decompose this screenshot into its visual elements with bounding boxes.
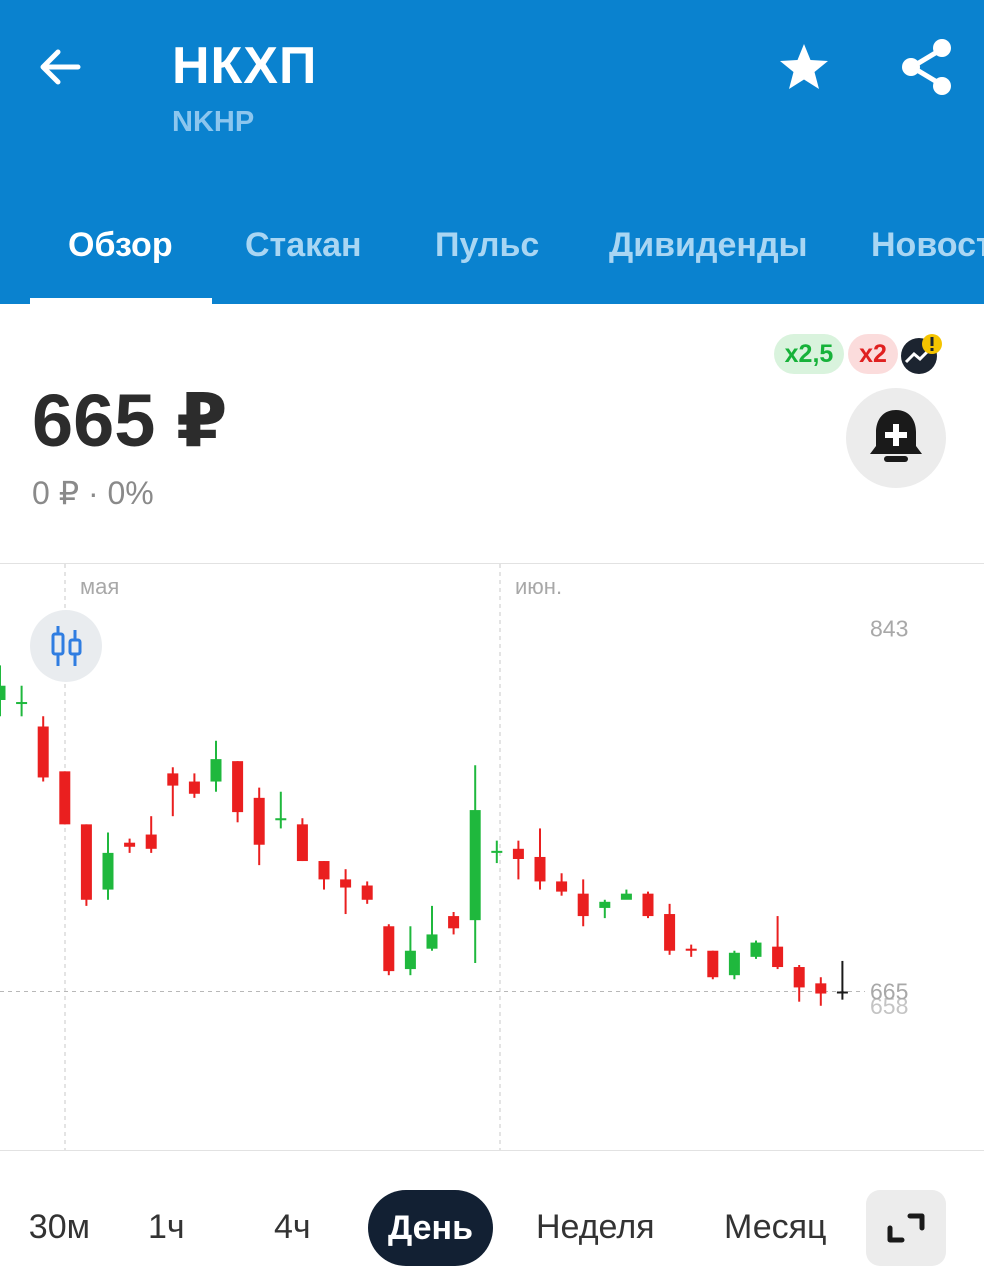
tab-bar: Обзор Стакан Пульс Дивиденды Новост xyxy=(0,214,984,304)
bell-plus-icon xyxy=(870,410,922,462)
ticker-symbol: NKHP xyxy=(172,106,255,138)
candle-body xyxy=(728,952,740,976)
candle-body xyxy=(556,881,568,892)
candle-body xyxy=(80,824,92,900)
candle-body xyxy=(534,856,546,882)
y-label-high: 843 xyxy=(870,616,908,642)
candle-body xyxy=(210,759,222,782)
price-change: 0 ₽ · 0% xyxy=(32,475,154,511)
star-icon[interactable] xyxy=(774,38,834,98)
expand-icon xyxy=(887,1213,925,1243)
candle-body xyxy=(232,761,244,813)
period-selector: 30м 1ч 4ч День Неделя Месяц xyxy=(0,1150,984,1280)
tab-news[interactable]: Новост xyxy=(871,226,984,265)
long-leverage-badge: x2,5 xyxy=(774,334,844,374)
candle-body xyxy=(642,893,654,917)
candle-body xyxy=(296,824,308,862)
tab-pulse[interactable]: Пульс xyxy=(435,226,539,265)
tab-order-book[interactable]: Стакан xyxy=(245,226,362,265)
candlestick-icon xyxy=(51,626,82,666)
candle-body xyxy=(512,848,524,859)
candle-body xyxy=(59,771,71,825)
active-tab-indicator xyxy=(30,298,212,304)
candle-body xyxy=(145,834,157,849)
candle-body xyxy=(491,850,503,853)
candle-body xyxy=(404,950,416,970)
candle-body xyxy=(620,893,632,900)
period-1h[interactable]: 1ч xyxy=(148,1208,185,1247)
candle-body xyxy=(124,842,136,847)
x-label-june: июн. xyxy=(515,574,562,599)
candle-body xyxy=(599,901,611,908)
candle-body xyxy=(707,950,719,978)
risk-warning-icon[interactable] xyxy=(900,332,944,376)
candlestick-chart: мая июн. 843 658 665 xyxy=(0,564,908,1150)
candles-group xyxy=(0,665,848,1006)
period-30m[interactable]: 30м xyxy=(0,1208,90,1247)
page-title: НКХП xyxy=(172,37,318,95)
candle-body xyxy=(188,781,200,794)
candle-body xyxy=(664,914,676,951)
candle-body xyxy=(253,797,265,845)
candle-body xyxy=(448,916,460,929)
candle-body xyxy=(167,773,179,786)
candle-body xyxy=(836,991,848,994)
candle-body xyxy=(577,893,589,917)
short-leverage-badge: x2 xyxy=(848,334,898,374)
margin-badges: x2,5 x2 xyxy=(774,334,944,378)
candle-body xyxy=(815,983,827,994)
period-month[interactable]: Месяц xyxy=(724,1208,836,1247)
y-label-last: 665 xyxy=(870,979,908,1005)
period-week[interactable]: Неделя xyxy=(536,1208,655,1247)
candle-body xyxy=(750,942,762,957)
candle-body xyxy=(383,926,395,972)
arrow-left-icon[interactable] xyxy=(36,42,86,92)
candle-body xyxy=(275,818,287,821)
candle-body xyxy=(37,726,49,778)
candle-body xyxy=(793,967,805,988)
candle-body xyxy=(0,685,6,700)
add-alert-button[interactable] xyxy=(846,388,946,488)
tab-overview[interactable]: Обзор xyxy=(68,226,173,265)
candle-body xyxy=(340,879,352,888)
candle-body xyxy=(469,810,481,921)
candle-body xyxy=(426,934,438,949)
share-icon[interactable] xyxy=(898,36,956,98)
app-header: НКХП NKHP Обзор Стакан Пульс Дивиденды Н… xyxy=(0,0,984,304)
period-4h[interactable]: 4ч xyxy=(274,1208,311,1247)
price-chart[interactable]: мая июн. 843 658 665 xyxy=(0,563,984,1151)
chart-type-toggle[interactable] xyxy=(30,610,102,682)
period-day[interactable]: День xyxy=(368,1190,493,1266)
current-price: 665 ₽ xyxy=(32,379,228,462)
candle-body xyxy=(102,852,114,890)
candle-body xyxy=(318,861,330,880)
candle-body xyxy=(16,702,28,705)
candle-body xyxy=(685,948,697,951)
fullscreen-button[interactable] xyxy=(866,1190,946,1266)
candle-body xyxy=(772,946,784,968)
candle-body xyxy=(361,885,373,900)
x-label-may: мая xyxy=(80,574,119,599)
tab-dividends[interactable]: Дивиденды xyxy=(609,226,808,265)
